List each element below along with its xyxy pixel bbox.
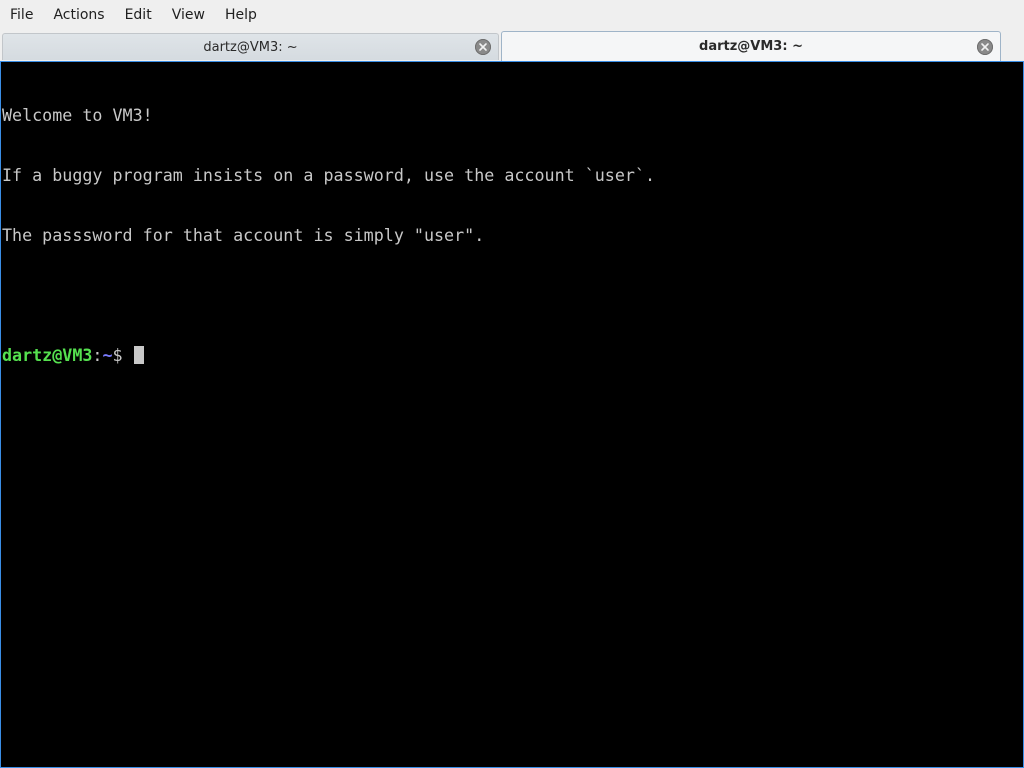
prompt-colon: : — [92, 345, 103, 365]
tab-2-label: dartz@VM3: ~ — [699, 39, 803, 54]
terminal-line: If a buggy program insists on a password… — [2, 165, 656, 185]
prompt-user-host: dartz@VM3 — [2, 345, 93, 365]
menu-help[interactable]: Help — [215, 0, 267, 30]
close-icon[interactable] — [977, 38, 993, 55]
menu-bar: File Actions Edit View Help — [0, 0, 1024, 30]
tab-2[interactable]: dartz@VM3: ~ — [501, 31, 1001, 61]
tab-bar: dartz@VM3: ~ dartz@VM3: ~ — [0, 30, 1024, 61]
tab-1-label: dartz@VM3: ~ — [203, 39, 298, 55]
prompt-path: ~ — [102, 345, 113, 365]
text-cursor — [133, 346, 144, 364]
prompt-line: dartz@VM3:~$ — [2, 345, 1023, 365]
menu-edit[interactable]: Edit — [115, 0, 162, 30]
terminal-line: Welcome to VM3! — [2, 105, 153, 125]
tab-1[interactable]: dartz@VM3: ~ — [2, 33, 499, 60]
terminal-line: The passsword for that account is simply… — [2, 225, 485, 245]
close-icon[interactable] — [475, 39, 491, 55]
menu-file[interactable]: File — [0, 0, 43, 30]
prompt-dollar: $ — [112, 345, 133, 365]
menu-view[interactable]: View — [162, 0, 215, 30]
terminal-area[interactable]: Welcome to VM3! If a buggy program insis… — [0, 61, 1024, 768]
menu-actions[interactable]: Actions — [43, 0, 114, 30]
terminal-window: File Actions Edit View Help dartz@VM3: ~… — [0, 0, 1024, 768]
